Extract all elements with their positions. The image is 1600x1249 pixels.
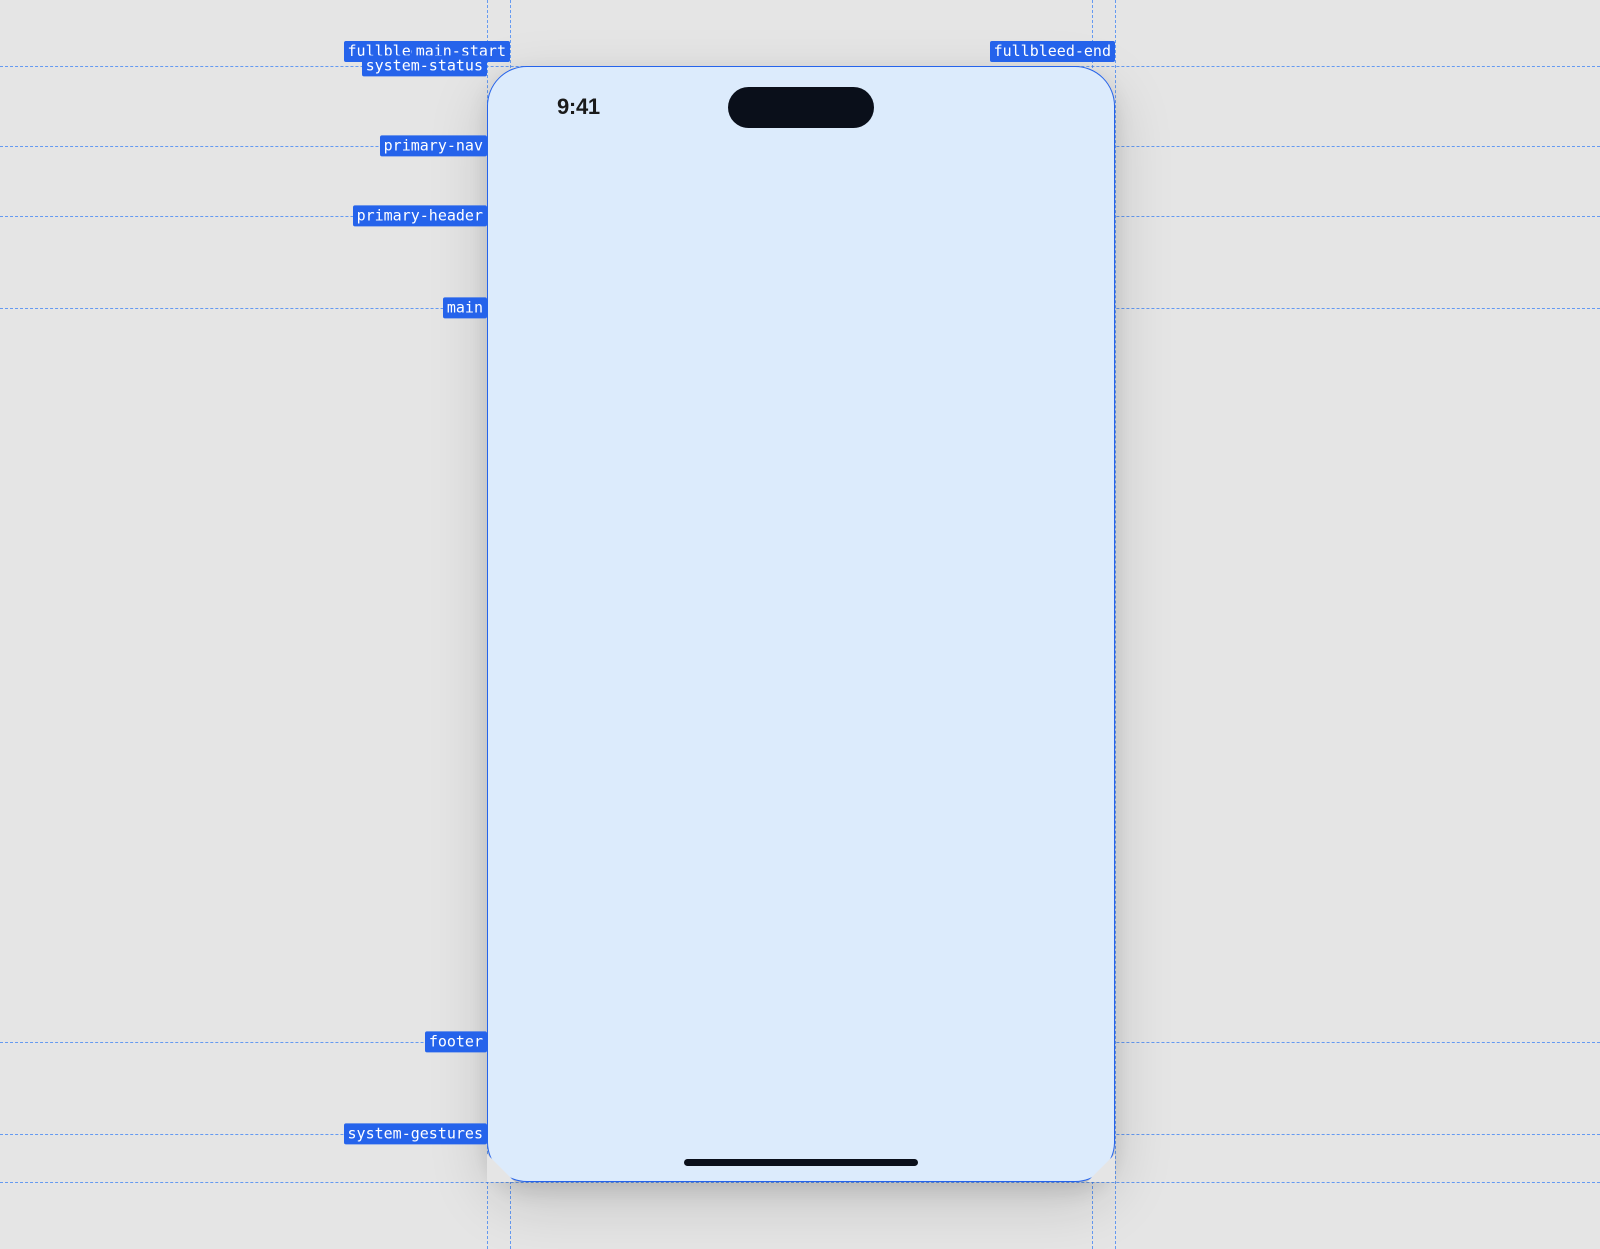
status-time: 9:41: [557, 94, 600, 120]
label-fullbleed-end: fullbleed-end: [990, 41, 1115, 62]
home-indicator[interactable]: [684, 1159, 918, 1166]
corner-cut-br: [1087, 1154, 1115, 1182]
label-primary-nav: primary-nav: [380, 135, 487, 156]
label-main: main: [443, 297, 487, 318]
label-system-status: system-status: [362, 55, 487, 76]
corner-cut-bl: [487, 1154, 515, 1182]
label-footer: footer: [425, 1031, 487, 1052]
guide-bottom: [0, 1182, 1600, 1183]
phone-frame: 9:41: [487, 66, 1115, 1182]
label-system-gestures: system-gestures: [344, 1123, 487, 1144]
dynamic-island: [728, 87, 874, 128]
label-primary-header: primary-header: [353, 205, 487, 226]
guide-fullbleed-end: [1115, 0, 1116, 1249]
